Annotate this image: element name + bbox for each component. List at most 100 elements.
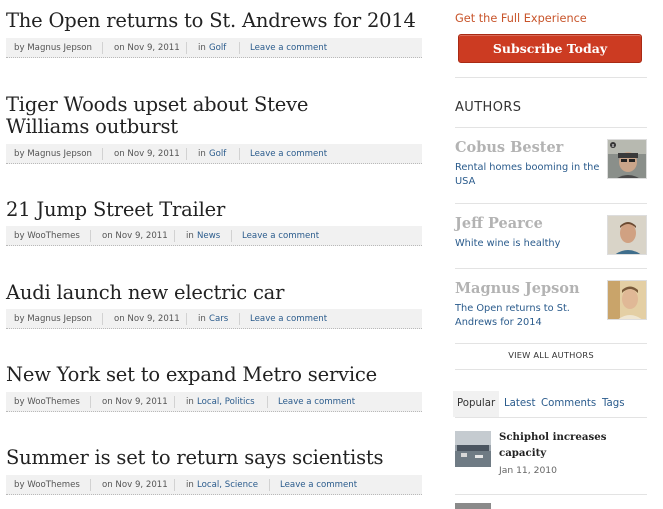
- post-category-link[interactable]: Golf: [209, 43, 226, 53]
- post-title[interactable]: New York set to expand Metro service: [6, 364, 424, 386]
- post-category-prefix: in: [186, 397, 194, 407]
- view-all-authors-link[interactable]: VIEW ALL AUTHORS: [455, 350, 647, 360]
- avatar[interactable]: [607, 280, 647, 320]
- divider: [455, 369, 647, 370]
- meta-divider: [174, 479, 175, 491]
- sidebar-tabs: Popular Latest Comments Tags: [453, 391, 647, 417]
- divider: [455, 268, 647, 269]
- meta-divider: [239, 313, 240, 325]
- subscribe-button[interactable]: Subscribe Today: [458, 34, 642, 63]
- meta-divider: [269, 479, 270, 491]
- svg-text:x: x: [612, 143, 615, 149]
- post-title[interactable]: Audi launch new electric car: [6, 282, 424, 304]
- post-meta: by Magnus Jepson on Nov 9, 2011 in Cars …: [6, 309, 422, 329]
- author-latest-post[interactable]: Rental homes booming in the USA: [455, 161, 600, 189]
- post-author: by Magnus Jepson: [14, 149, 92, 159]
- author-item: Magnus Jepson The Open returns to St. An…: [455, 280, 647, 330]
- post-item: 21 Jump Street Trailer by WooThemes on N…: [6, 199, 424, 246]
- leave-comment-link[interactable]: Leave a comment: [278, 397, 355, 407]
- post-category-prefix: in: [198, 43, 206, 53]
- leave-comment-link[interactable]: Leave a comment: [250, 314, 327, 324]
- author-item: Jeff Pearce White wine is healthy: [455, 215, 647, 255]
- authors-heading: AUTHORS: [455, 100, 522, 115]
- tab-comments[interactable]: Comments: [537, 391, 600, 417]
- post-category-prefix: in: [198, 149, 206, 159]
- divider: [455, 77, 647, 78]
- post-category-link[interactable]: Local, Politics: [197, 397, 255, 407]
- post-meta: by WooThemes on Nov 9, 2011 in Local, Sc…: [6, 475, 422, 495]
- post-category-link[interactable]: News: [197, 231, 220, 241]
- meta-divider: [90, 479, 91, 491]
- post-thumbnail-image: [455, 503, 491, 509]
- meta-divider: [186, 313, 187, 325]
- leave-comment-link[interactable]: Leave a comment: [250, 43, 327, 53]
- post-item: Audi launch new electric car by Magnus J…: [6, 282, 424, 329]
- post-category-link[interactable]: Golf: [209, 149, 226, 159]
- meta-divider: [186, 148, 187, 160]
- meta-divider: [102, 148, 103, 160]
- post-thumbnail[interactable]: [455, 431, 491, 467]
- tab-popular[interactable]: Popular: [453, 391, 500, 417]
- meta-divider: [186, 42, 187, 54]
- post-date: on Nov 9, 2011: [114, 314, 180, 324]
- post-category-link[interactable]: Local, Science: [197, 480, 258, 490]
- post-date: on Nov 9, 2011: [102, 397, 168, 407]
- post-category-prefix: in: [186, 480, 194, 490]
- post-date: on Nov 9, 2011: [102, 480, 168, 490]
- divider: [455, 417, 647, 418]
- meta-divider: [174, 230, 175, 242]
- post-item: The Open returns to St. Andrews for 2014…: [6, 10, 424, 58]
- post-author: by WooThemes: [14, 480, 80, 490]
- post-author: by Magnus Jepson: [14, 43, 92, 53]
- meta-divider: [231, 230, 232, 242]
- meta-divider: [90, 396, 91, 408]
- promo-title: Get the Full Experience: [455, 12, 587, 25]
- post-item: New York set to expand Metro service by …: [6, 364, 424, 412]
- meta-divider: [102, 42, 103, 54]
- avatar-image: x: [608, 140, 646, 178]
- post-title[interactable]: The Open returns to St. Andrews for 2014: [6, 10, 424, 32]
- post-category-link[interactable]: Cars: [209, 314, 228, 324]
- post-category-prefix: in: [186, 231, 194, 241]
- post-title[interactable]: Tiger Woods upset about Steve Williams o…: [6, 94, 386, 138]
- post-author: by Magnus Jepson: [14, 314, 92, 324]
- post-title[interactable]: Summer is set to return says scientists: [6, 447, 424, 469]
- meta-divider: [239, 148, 240, 160]
- avatar-image: [608, 216, 646, 254]
- post-meta: by WooThemes on Nov 9, 2011 in Local, Po…: [6, 392, 422, 412]
- meta-divider: [90, 230, 91, 242]
- divider: [455, 494, 647, 495]
- post-author: by WooThemes: [14, 397, 80, 407]
- post-date: on Nov 9, 2011: [114, 43, 180, 53]
- post-thumbnail[interactable]: [455, 500, 491, 509]
- divider: [455, 203, 647, 204]
- author-item: Cobus Bester Rental homes booming in the…: [455, 139, 647, 189]
- avatar[interactable]: x: [607, 139, 647, 179]
- post-author: by WooThemes: [14, 231, 80, 241]
- leave-comment-link[interactable]: Leave a comment: [280, 480, 357, 490]
- divider: [455, 343, 647, 344]
- meta-divider: [174, 396, 175, 408]
- avatar-image: [608, 281, 646, 319]
- tab-latest[interactable]: Latest: [500, 391, 539, 417]
- meta-divider: [102, 313, 103, 325]
- post-category-prefix: in: [198, 314, 206, 324]
- post-title[interactable]: 21 Jump Street Trailer: [6, 199, 424, 221]
- post-thumbnail-image: [455, 431, 491, 467]
- popular-post-title[interactable]: Schiphol increases capacity: [499, 429, 649, 461]
- post-meta: by WooThemes on Nov 9, 2011 in News Leav…: [6, 226, 422, 246]
- post-date: on Nov 9, 2011: [102, 231, 168, 241]
- post-date: on Nov 9, 2011: [114, 149, 180, 159]
- author-latest-post[interactable]: White wine is healthy: [455, 237, 600, 251]
- popular-post-date: Jan 11, 2010: [499, 465, 557, 476]
- post-meta: by Magnus Jepson on Nov 9, 2011 in Golf …: [6, 38, 422, 58]
- leave-comment-link[interactable]: Leave a comment: [250, 149, 327, 159]
- tab-tags[interactable]: Tags: [598, 391, 629, 417]
- divider: [455, 127, 647, 128]
- post-item: Tiger Woods upset about Steve Williams o…: [6, 94, 424, 164]
- meta-divider: [267, 396, 268, 408]
- avatar[interactable]: [607, 215, 647, 255]
- meta-divider: [239, 42, 240, 54]
- leave-comment-link[interactable]: Leave a comment: [242, 231, 319, 241]
- author-latest-post[interactable]: The Open returns to St. Andrews for 2014: [455, 302, 600, 330]
